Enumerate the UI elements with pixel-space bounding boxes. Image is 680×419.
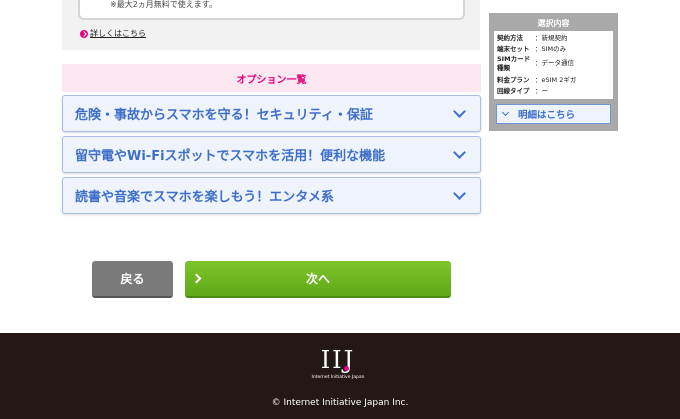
summary-row-sim-type: SIMカード種類 ：データ通信: [497, 55, 610, 75]
options-header: オプション一覧: [62, 64, 481, 92]
chevron-down-icon: [501, 108, 510, 117]
plan-notice-box: ※最大2ヵ月無料で使えます。: [78, 0, 465, 20]
options-title: オプション一覧: [236, 74, 307, 86]
summary-row-device: 端末セット ：SIMのみ: [497, 44, 610, 55]
summary-row-line-type: 回線タイプ ：ー: [497, 86, 610, 97]
summary-row-contract: 契約方法 ：新規契約: [497, 33, 610, 44]
accordion-entertainment-label: 読書や音楽でスマホを楽しもう！エンタメ系: [75, 190, 334, 205]
logo-subtitle: Internet Initiative Japan: [311, 375, 365, 380]
site-footer: IIJ Internet Initiative Japan © Internet…: [0, 333, 680, 419]
accordion-security-label: 危険・事故からスマホを守る！セキュリティ・保証: [75, 108, 373, 123]
details-link-label: 詳しくはこちら: [90, 29, 146, 38]
summary-row-plan: 料金プラン ：eSIM 2ギガ: [497, 75, 610, 86]
logo-mark: IIJ: [321, 347, 356, 373]
summary-key: 料金プラン: [497, 76, 530, 84]
plan-info-panel: ※最大2ヵ月無料で使えます。 詳しくはこちら: [62, 0, 480, 50]
accordion-security[interactable]: 危険・事故からスマホを守る！セキュリティ・保証: [62, 95, 481, 132]
summary-key: SIMカード種類: [497, 55, 531, 72]
next-button-label: 次へ: [305, 272, 330, 286]
back-button-label: 戻る: [120, 272, 145, 286]
summary-value: ：ー: [535, 87, 548, 95]
copyright: © Internet Initiative Japan Inc.: [271, 398, 409, 408]
accordion-convenience[interactable]: 留守電やWi-Fiスポットでスマホを活用！便利な機能: [62, 136, 481, 173]
summary-value: ：新規契約: [535, 34, 568, 42]
statement-details-button[interactable]: 明細はこちら: [496, 104, 611, 124]
summary-value: ：データ通信: [535, 59, 574, 67]
logo-text: IIJ: [320, 346, 356, 374]
summary-key: 契約方法: [497, 34, 523, 42]
summary-title: 選択内容: [537, 19, 570, 28]
accordion-convenience-label: 留守電やWi-Fiスポットでスマホを活用！便利な機能: [75, 149, 386, 164]
summary-body: 契約方法 ：新規契約 端末セット ：SIMのみ SIMカード種類 ：データ通信 …: [494, 31, 613, 99]
chevron-down-icon: [453, 104, 466, 118]
summary-key: 回線タイプ: [497, 87, 530, 95]
next-button[interactable]: 次へ: [185, 261, 451, 298]
accordion-entertainment[interactable]: 読書や音楽でスマホを楽しもう！エンタメ系: [62, 177, 481, 214]
iij-logo: IIJ Internet Initiative Japan: [298, 347, 378, 389]
arrow-circle-icon: [80, 29, 88, 38]
details-link[interactable]: 詳しくはこちら: [80, 28, 146, 39]
back-button[interactable]: 戻る: [92, 261, 173, 298]
summary-value: ：SIMのみ: [535, 45, 567, 53]
chevron-down-icon: [453, 145, 466, 159]
summary-key: 端末セット: [497, 45, 530, 53]
chevron-down-icon: [453, 186, 466, 200]
free-trial-notice: ※最大2ヵ月無料で使えます。: [110, 0, 217, 9]
selection-summary: 選択内容 契約方法 ：新規契約 端末セット ：SIMのみ SIMカード種類 ：デ…: [489, 13, 618, 131]
chevron-right-icon: [191, 273, 202, 284]
summary-value: ：eSIM 2ギガ: [535, 76, 577, 84]
statement-details-label: 明細はこちら: [518, 110, 576, 121]
